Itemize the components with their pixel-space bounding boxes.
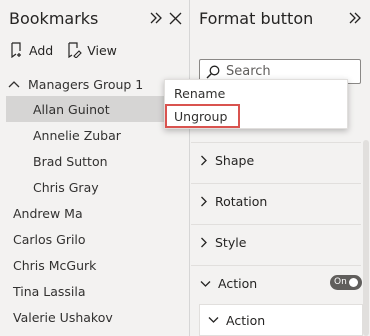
chevron-down-icon: [200, 280, 211, 288]
bookmark-group-row[interactable]: Managers Group 1: [0, 72, 189, 96]
bookmark-item-andrew-ma[interactable]: Andrew Ma: [0, 200, 189, 226]
add-label: Add: [29, 42, 54, 58]
bookmark-label: Annelie Zubar: [33, 127, 121, 143]
close-icon[interactable]: [167, 9, 183, 27]
menu-item-label: Rename: [174, 85, 226, 101]
section-rotation[interactable]: Rotation: [191, 183, 361, 219]
bookmarks-pane: Bookmarks Add View Managers Group 1 Alla…: [0, 0, 190, 336]
view-label: View: [87, 42, 117, 58]
section-shape[interactable]: Shape: [191, 142, 361, 178]
section-style[interactable]: Style: [191, 224, 361, 260]
format-pane: Format button Search Shape Rotation Styl…: [191, 0, 370, 336]
bookmark-label: Carlos Grilo: [13, 231, 86, 247]
bookmarks-title: Bookmarks: [9, 9, 99, 28]
subsection-label: Action: [226, 312, 266, 328]
search-icon: [206, 65, 220, 78]
menu-item-rename[interactable]: Rename: [165, 82, 349, 104]
section-label: Style: [215, 235, 247, 250]
chevron-down-icon: [208, 316, 219, 324]
bookmark-add-icon: [11, 42, 21, 58]
bookmark-item-tina-lassila[interactable]: Tina Lassila: [0, 278, 189, 304]
bookmark-label: Brad Sutton: [33, 153, 108, 169]
bookmark-label: Tina Lassila: [13, 283, 86, 299]
bookmark-item-chris-mcgurk[interactable]: Chris McGurk: [0, 252, 189, 278]
action-toggle[interactable]: On: [330, 275, 362, 290]
bookmark-item-annelie-zubar[interactable]: Annelie Zubar: [0, 122, 189, 148]
bookmark-label: Allan Guinot: [33, 101, 110, 117]
context-menu: Rename Ungroup: [164, 79, 348, 129]
view-button[interactable]: View: [67, 42, 117, 58]
toggle-knob: [348, 278, 358, 287]
bookmark-label: Chris Gray: [33, 179, 99, 195]
chevron-right-icon: [200, 196, 208, 207]
bookmark-item-valerie-ushakov[interactable]: Valerie Ushakov: [0, 304, 189, 330]
double-chevron-right-icon[interactable]: [347, 9, 363, 27]
add-bookmark-button[interactable]: Add: [10, 42, 53, 58]
bookmark-view-icon: [68, 42, 82, 58]
bookmark-label: Andrew Ma: [13, 205, 83, 221]
highlight-box: [165, 104, 240, 128]
double-chevron-right-icon[interactable]: [148, 9, 164, 27]
bookmark-item-brad-sutton[interactable]: Brad Sutton: [0, 148, 189, 174]
bookmark-item-allan-guinot[interactable]: Allan Guinot: [6, 96, 182, 122]
section-label: Rotation: [215, 194, 268, 209]
group-name: Managers Group 1: [28, 76, 144, 92]
bookmark-label: Chris McGurk: [13, 257, 97, 273]
section-label: Shape: [215, 153, 255, 168]
bookmark-item-chris-gray[interactable]: Chris Gray: [0, 174, 189, 200]
bookmark-label: Valerie Ushakov: [13, 309, 113, 325]
format-title: Format button: [199, 9, 314, 28]
toggle-label: On: [334, 277, 347, 287]
bookmark-item-carlos-grilo[interactable]: Carlos Grilo: [0, 226, 189, 252]
section-label: Action: [218, 276, 258, 291]
search-placeholder: Search: [226, 64, 271, 79]
chevron-up-icon[interactable]: [8, 79, 20, 89]
subsection-action[interactable]: Action: [199, 304, 363, 336]
chevron-right-icon: [200, 155, 208, 166]
chevron-right-icon: [200, 237, 208, 248]
bookmarks-toolbar: Add View: [10, 42, 131, 58]
scrollbar[interactable]: [363, 140, 369, 336]
